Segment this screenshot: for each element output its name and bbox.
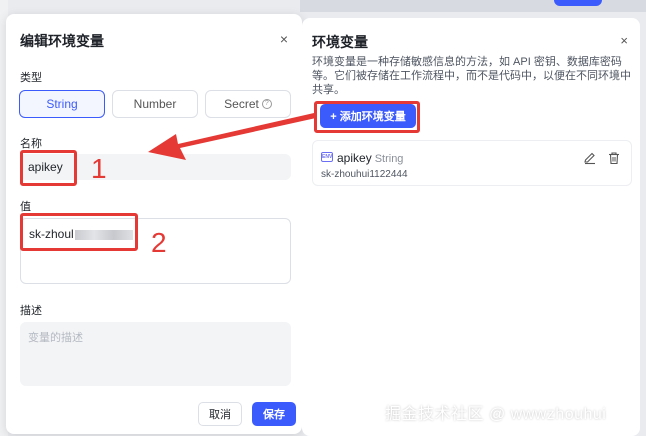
- watermark: 掘金技术社区 @ wwwzhouhui: [385, 406, 607, 423]
- annotation-arrow: [148, 113, 316, 160]
